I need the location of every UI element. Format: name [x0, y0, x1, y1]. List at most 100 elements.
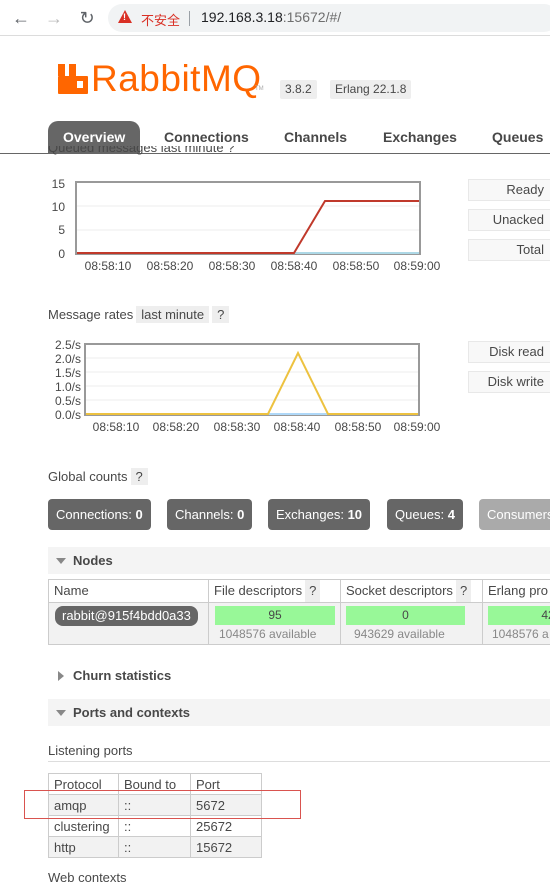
x-tick: 08:58:40 [271, 259, 318, 273]
count-label: Queues: [395, 507, 445, 522]
table-row: rabbit@915f4bdd0a33 95 1048576 available… [48, 602, 550, 645]
global-counts-help-button[interactable]: ? [130, 468, 148, 485]
x-tick: 08:58:40 [274, 420, 321, 434]
help-button[interactable]: ? [305, 580, 321, 602]
x-tick: 08:58:20 [153, 420, 200, 434]
tab-channels[interactable]: Channels [284, 121, 347, 154]
collapse-triangle-icon [56, 558, 66, 564]
y-tick: 0 [58, 247, 65, 261]
y-tick: 5 [58, 223, 65, 237]
y-tick: 0.0/s [55, 408, 81, 422]
legend-disk-write[interactable]: Disk write [468, 371, 550, 393]
count-label: Channels: [175, 507, 234, 522]
file-descriptors-bar: 95 [215, 606, 335, 625]
message-rates-chart: 2.5/s 2.0/s 1.5/s 1.0/s 0.5/s 0.0/s 08:5… [55, 338, 441, 434]
legend-ready[interactable]: Ready [468, 179, 550, 201]
nodes-section-header[interactable]: Nodes [48, 547, 550, 574]
x-axis: 08:58:10 08:58:20 08:58:30 08:58:40 08:5… [85, 259, 441, 273]
web-contexts-label: Web contexts [48, 870, 127, 884]
node-name-link[interactable]: rabbit@915f4bdd0a33 [55, 606, 198, 626]
annotation-highlight-box [24, 790, 301, 819]
chart-frame [84, 343, 420, 416]
nodes-table: Name File descriptors? Socket descriptor… [48, 579, 550, 645]
y-axis: 15 10 5 0 [52, 177, 66, 261]
nodes-title: Nodes [73, 553, 113, 568]
y-tick: 10 [52, 200, 66, 214]
y-tick: 0.5/s [55, 394, 81, 408]
consumers-count-button[interactable]: Consumers [479, 499, 550, 530]
y-axis: 2.5/s 2.0/s 1.5/s 1.0/s 0.5/s 0.0/s [55, 338, 81, 422]
column-header-name[interactable]: Name [49, 580, 89, 602]
protocol-cell: http [48, 836, 119, 858]
version-badge: 3.8.2 [280, 80, 317, 99]
file-descriptors-available: 1048576 available [219, 627, 317, 641]
x-tick: 08:58:20 [147, 259, 194, 273]
queued-messages-chart: 15 10 5 0 08:58:10 08:58:20 08:58:30 08:… [52, 177, 441, 273]
divider [48, 761, 550, 762]
rates-range-selector[interactable]: last minute [136, 306, 210, 323]
ports-section-header[interactable]: Ports and contexts [48, 699, 550, 726]
listening-ports-label: Listening ports [48, 743, 133, 758]
churn-title: Churn statistics [73, 668, 172, 683]
message-rates-label: Message rates [48, 307, 134, 322]
erlang-processes-available: 1048576 a [492, 627, 549, 641]
y-tick: 1.5/s [55, 366, 81, 380]
address-bar[interactable]: 不安全 192.168.3.18:15672/#/ [108, 4, 550, 32]
collapse-triangle-icon [56, 710, 66, 716]
y-tick: 2.5/s [55, 338, 81, 352]
port-cell: 15672 [190, 836, 262, 858]
y-tick: 1.0/s [55, 380, 81, 394]
insecure-label[interactable]: 不安全 [141, 10, 180, 29]
cell-divider [482, 602, 483, 645]
rabbitmq-logo-icon [58, 64, 88, 94]
nodes-table-header: Name File descriptors? Socket descriptor… [48, 579, 550, 603]
queues-count-button[interactable]: Queues: 4 [387, 499, 464, 530]
column-header-erlang-processes[interactable]: Erlang pro [482, 580, 548, 602]
rates-help-button[interactable]: ? [212, 306, 230, 323]
table-row: http :: 15672 [48, 836, 262, 858]
queued-messages-heading-text: Queued messages last minute ? [48, 146, 235, 155]
logo-wordmark: RabbitMQ [91, 58, 262, 99]
expand-triangle-icon [58, 671, 64, 681]
count-value: 0 [135, 507, 143, 522]
back-arrow-icon[interactable]: ← [10, 7, 32, 29]
column-header-socket-descriptors[interactable]: Socket descriptors? [340, 580, 482, 602]
logo-trademark: TM [255, 86, 264, 92]
count-label: Exchanges: [276, 507, 344, 522]
legend-unacked[interactable]: Unacked [468, 209, 550, 231]
count-label: Consumers [487, 507, 550, 522]
tab-queues[interactable]: Queues [492, 121, 543, 154]
x-tick: 08:58:50 [333, 259, 380, 273]
x-tick: 08:58:30 [209, 259, 256, 273]
churn-section-header[interactable]: Churn statistics [48, 662, 550, 689]
legend-disk-read[interactable]: Disk read [468, 341, 550, 363]
browser-toolbar: ← → ↻ 不安全 192.168.3.18:15672/#/ [0, 0, 550, 36]
socket-descriptors-bar: 0 [346, 606, 465, 625]
global-counts-heading: Global counts? [48, 468, 148, 485]
channels-count-button[interactable]: Channels: 0 [167, 499, 253, 530]
tab-exchanges[interactable]: Exchanges [383, 121, 457, 154]
socket-descriptors-available: 943629 available [354, 627, 445, 641]
address-separator [189, 11, 190, 26]
reload-icon[interactable]: ↻ [76, 7, 98, 29]
x-tick: 08:58:50 [335, 420, 382, 434]
cell-divider [340, 602, 341, 645]
y-tick: 15 [52, 177, 66, 191]
cell-divider [208, 602, 209, 645]
exchanges-count-button[interactable]: Exchanges: 10 [268, 499, 371, 530]
connections-count-button[interactable]: Connections: 0 [48, 499, 151, 530]
erlang-badge: Erlang 22.1.8 [330, 80, 412, 99]
x-tick: 08:59:00 [394, 259, 441, 273]
y-tick: 2.0/s [55, 352, 81, 366]
bound-to-cell: :: [118, 836, 191, 858]
legend-total[interactable]: Total [468, 239, 550, 261]
column-header-file-descriptors[interactable]: File descriptors? [208, 580, 340, 602]
url-text[interactable]: 192.168.3.18:15672/#/ [201, 9, 341, 25]
warning-icon[interactable] [118, 10, 132, 23]
global-counts-label: Global counts [48, 469, 128, 484]
url-path: :15672/#/ [282, 9, 342, 25]
forward-arrow-icon[interactable]: → [43, 7, 65, 29]
count-value: 4 [447, 507, 456, 522]
count-value: 0 [237, 507, 245, 522]
help-button[interactable]: ? [455, 580, 472, 602]
